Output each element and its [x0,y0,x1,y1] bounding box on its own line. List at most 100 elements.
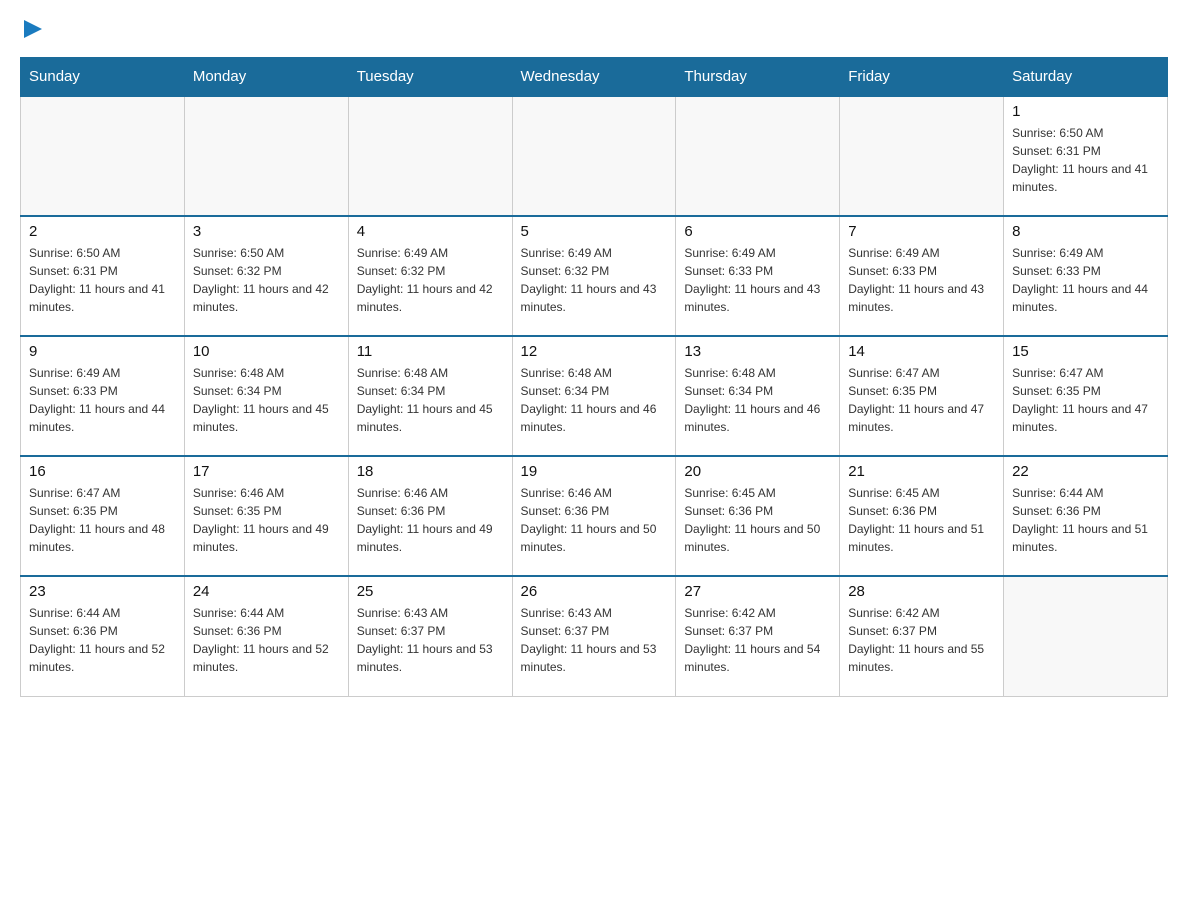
day-number: 3 [193,223,340,240]
calendar-day-cell: 24 Sunrise: 6:44 AM Sunset: 6:36 PM Dayli… [184,576,348,696]
calendar-day-cell: 15 Sunrise: 6:47 AM Sunset: 6:35 PM Dayli… [1004,336,1168,456]
day-number: 15 [1012,343,1159,360]
calendar-day-cell: 14 Sunrise: 6:47 AM Sunset: 6:35 PM Dayli… [840,336,1004,456]
day-info: Sunrise: 6:49 AM Sunset: 6:33 PM Dayligh… [684,244,831,316]
day-info: Sunrise: 6:48 AM Sunset: 6:34 PM Dayligh… [193,364,340,436]
calendar-day-cell: 8 Sunrise: 6:49 AM Sunset: 6:33 PM Daylig… [1004,216,1168,336]
calendar-day-cell: 6 Sunrise: 6:49 AM Sunset: 6:33 PM Daylig… [676,216,840,336]
calendar-week-row: 2 Sunrise: 6:50 AM Sunset: 6:31 PM Daylig… [21,216,1168,336]
calendar-day-cell [1004,576,1168,696]
calendar-day-cell [512,96,676,216]
day-of-week-header: Thursday [676,58,840,97]
calendar-day-cell: 4 Sunrise: 6:49 AM Sunset: 6:32 PM Daylig… [348,216,512,336]
calendar-day-cell: 19 Sunrise: 6:46 AM Sunset: 6:36 PM Dayli… [512,456,676,576]
day-number: 6 [684,223,831,240]
calendar-header-row: SundayMondayTuesdayWednesdayThursdayFrid… [21,58,1168,97]
day-number: 11 [357,343,504,360]
calendar-day-cell: 9 Sunrise: 6:49 AM Sunset: 6:33 PM Daylig… [21,336,185,456]
day-number: 18 [357,463,504,480]
day-number: 1 [1012,103,1159,120]
day-number: 5 [521,223,668,240]
calendar-day-cell [840,96,1004,216]
day-info: Sunrise: 6:47 AM Sunset: 6:35 PM Dayligh… [29,484,176,556]
calendar-day-cell: 23 Sunrise: 6:44 AM Sunset: 6:36 PM Dayli… [21,576,185,696]
day-of-week-header: Monday [184,58,348,97]
day-info: Sunrise: 6:46 AM Sunset: 6:35 PM Dayligh… [193,484,340,556]
calendar-day-cell: 28Sunrise: 6:42 AM Sunset: 6:37 PM Dayli… [840,576,1004,696]
calendar-day-cell [676,96,840,216]
logo-arrow-icon [22,18,44,40]
calendar-day-cell: 21 Sunrise: 6:45 AM Sunset: 6:36 PM Dayli… [840,456,1004,576]
day-info: Sunrise: 6:44 AM Sunset: 6:36 PM Dayligh… [193,604,340,676]
day-info: Sunrise: 6:49 AM Sunset: 6:32 PM Dayligh… [521,244,668,316]
day-info: Sunrise: 6:42 AM Sunset: 6:37 PM Dayligh… [848,604,995,676]
day-number: 23 [29,583,176,600]
day-info: Sunrise: 6:49 AM Sunset: 6:33 PM Dayligh… [1012,244,1159,316]
day-number: 9 [29,343,176,360]
day-info: Sunrise: 6:42 AM Sunset: 6:37 PM Dayligh… [684,604,831,676]
day-of-week-header: Saturday [1004,58,1168,97]
day-info: Sunrise: 6:50 AM Sunset: 6:31 PM Dayligh… [1012,124,1159,196]
day-number: 12 [521,343,668,360]
calendar-day-cell [348,96,512,216]
calendar-week-row: 9 Sunrise: 6:49 AM Sunset: 6:33 PM Daylig… [21,336,1168,456]
calendar-day-cell: 22Sunrise: 6:44 AM Sunset: 6:36 PM Dayli… [1004,456,1168,576]
day-number: 24 [193,583,340,600]
day-of-week-header: Wednesday [512,58,676,97]
calendar-day-cell: 1 Sunrise: 6:50 AM Sunset: 6:31 PM Daylig… [1004,96,1168,216]
day-info: Sunrise: 6:43 AM Sunset: 6:37 PM Dayligh… [357,604,504,676]
day-number: 14 [848,343,995,360]
calendar-day-cell: 7 Sunrise: 6:49 AM Sunset: 6:33 PM Daylig… [840,216,1004,336]
calendar-day-cell [21,96,185,216]
day-number: 22 [1012,463,1159,480]
day-number: 2 [29,223,176,240]
day-number: 10 [193,343,340,360]
calendar-day-cell: 3 Sunrise: 6:50 AM Sunset: 6:32 PM Daylig… [184,216,348,336]
calendar-day-cell: 18 Sunrise: 6:46 AM Sunset: 6:36 PM Dayli… [348,456,512,576]
day-number: 7 [848,223,995,240]
day-number: 13 [684,343,831,360]
logo [20,20,44,47]
day-number: 4 [357,223,504,240]
day-number: 19 [521,463,668,480]
day-info: Sunrise: 6:45 AM Sunset: 6:36 PM Dayligh… [848,484,995,556]
calendar-day-cell: 17 Sunrise: 6:46 AM Sunset: 6:35 PM Dayli… [184,456,348,576]
calendar-week-row: 23 Sunrise: 6:44 AM Sunset: 6:36 PM Dayli… [21,576,1168,696]
calendar-day-cell [184,96,348,216]
page-header [20,20,1168,47]
day-number: 17 [193,463,340,480]
day-info: Sunrise: 6:46 AM Sunset: 6:36 PM Dayligh… [521,484,668,556]
calendar-table: SundayMondayTuesdayWednesdayThursdayFrid… [20,57,1168,697]
day-info: Sunrise: 6:48 AM Sunset: 6:34 PM Dayligh… [357,364,504,436]
calendar-day-cell: 16 Sunrise: 6:47 AM Sunset: 6:35 PM Dayli… [21,456,185,576]
day-info: Sunrise: 6:49 AM Sunset: 6:33 PM Dayligh… [29,364,176,436]
calendar-day-cell: 12 Sunrise: 6:48 AM Sunset: 6:34 PM Dayli… [512,336,676,456]
calendar-week-row: 1 Sunrise: 6:50 AM Sunset: 6:31 PM Daylig… [21,96,1168,216]
calendar-day-cell: 27Sunrise: 6:42 AM Sunset: 6:37 PM Dayli… [676,576,840,696]
calendar-day-cell: 25 Sunrise: 6:43 AM Sunset: 6:37 PM Dayli… [348,576,512,696]
day-info: Sunrise: 6:49 AM Sunset: 6:32 PM Dayligh… [357,244,504,316]
day-info: Sunrise: 6:46 AM Sunset: 6:36 PM Dayligh… [357,484,504,556]
day-number: 26 [521,583,668,600]
day-info: Sunrise: 6:44 AM Sunset: 6:36 PM Dayligh… [29,604,176,676]
day-info: Sunrise: 6:48 AM Sunset: 6:34 PM Dayligh… [684,364,831,436]
day-info: Sunrise: 6:50 AM Sunset: 6:32 PM Dayligh… [193,244,340,316]
day-info: Sunrise: 6:49 AM Sunset: 6:33 PM Dayligh… [848,244,995,316]
calendar-day-cell: 10 Sunrise: 6:48 AM Sunset: 6:34 PM Dayli… [184,336,348,456]
calendar-day-cell: 26 Sunrise: 6:43 AM Sunset: 6:37 PM Dayli… [512,576,676,696]
calendar-day-cell: 13 Sunrise: 6:48 AM Sunset: 6:34 PM Dayli… [676,336,840,456]
day-of-week-header: Tuesday [348,58,512,97]
day-info: Sunrise: 6:45 AM Sunset: 6:36 PM Dayligh… [684,484,831,556]
day-number: 25 [357,583,504,600]
day-number: 21 [848,463,995,480]
day-info: Sunrise: 6:47 AM Sunset: 6:35 PM Dayligh… [1012,364,1159,436]
calendar-day-cell: 5 Sunrise: 6:49 AM Sunset: 6:32 PM Daylig… [512,216,676,336]
day-info: Sunrise: 6:47 AM Sunset: 6:35 PM Dayligh… [848,364,995,436]
calendar-day-cell: 2 Sunrise: 6:50 AM Sunset: 6:31 PM Daylig… [21,216,185,336]
day-info: Sunrise: 6:43 AM Sunset: 6:37 PM Dayligh… [521,604,668,676]
calendar-week-row: 16 Sunrise: 6:47 AM Sunset: 6:35 PM Dayli… [21,456,1168,576]
day-number: 8 [1012,223,1159,240]
day-info: Sunrise: 6:50 AM Sunset: 6:31 PM Dayligh… [29,244,176,316]
day-info: Sunrise: 6:48 AM Sunset: 6:34 PM Dayligh… [521,364,668,436]
day-number: 16 [29,463,176,480]
